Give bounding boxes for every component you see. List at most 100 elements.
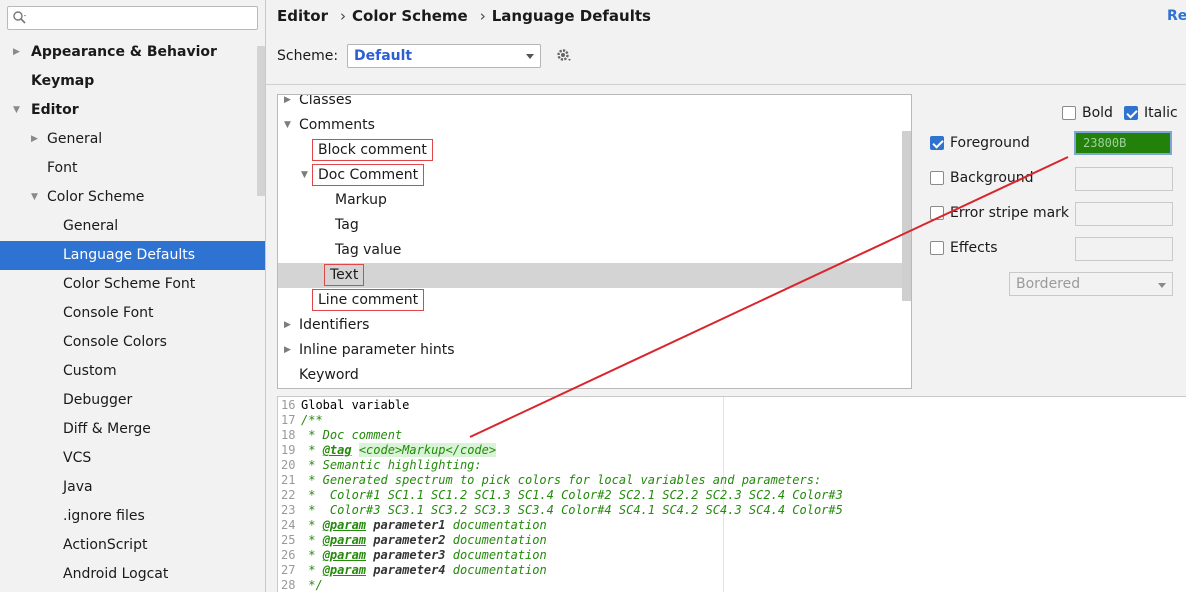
attribute-tree-label: Comments	[299, 113, 375, 138]
sidebar-item-label: Android Logcat	[63, 566, 169, 582]
sidebar-item-label: Diff & Merge	[63, 421, 151, 437]
code-line: 16 Global variable	[278, 398, 409, 413]
attribute-tree-item[interactable]: ▶ Classes	[278, 95, 903, 113]
sidebar-item[interactable]: ▶ Appearance & Behavior	[0, 38, 265, 67]
scheme-value: Default	[354, 48, 413, 64]
attribute-tree-item[interactable]: Markup	[278, 188, 903, 213]
attribute-tree-item[interactable]: Text	[278, 263, 903, 288]
code-text: * Semantic highlighting:	[301, 458, 482, 472]
bold-label: Bold	[1082, 105, 1113, 121]
chevron-right-icon[interactable]: ▶	[31, 125, 43, 154]
chevron-right-icon[interactable]: ▶	[284, 313, 291, 338]
code-preview[interactable]: 16 Global variable 17/** 18 * Doc comment 19…	[277, 396, 1186, 592]
attribute-tree-item[interactable]: Keyword	[278, 363, 903, 388]
attribute-tree-item[interactable]: Tag value	[278, 238, 903, 263]
sidebar-item-label: ActionScript	[63, 537, 148, 553]
effect-type-dropdown[interactable]: Bordered	[1009, 272, 1173, 296]
bold-checkbox[interactable]	[1062, 106, 1076, 120]
attribute-tree-label: Inline parameter hints	[299, 338, 455, 363]
sidebar-item[interactable]: Java	[0, 473, 265, 502]
foreground-color-swatch[interactable]: 23800B	[1074, 131, 1172, 155]
attribute-tree-item[interactable]: Block comment	[278, 138, 903, 163]
chevron-right-icon[interactable]: ▶	[284, 95, 291, 113]
code-prefix: *	[301, 548, 323, 562]
gear-icon[interactable]	[556, 48, 572, 64]
sidebar-item[interactable]: Language Defaults	[0, 241, 265, 270]
attribute-tree-item[interactable]: Tag	[278, 213, 903, 238]
sidebar-item[interactable]: Diff & Merge	[0, 415, 265, 444]
code-line: 26 * @param parameter3 documentation	[278, 548, 547, 563]
attribute-tree-item[interactable]: ▶ Inline parameter hints	[278, 338, 903, 363]
effects-checkbox[interactable]	[930, 241, 944, 255]
code-text: /**	[301, 413, 323, 427]
doc-text: documentation	[452, 548, 547, 562]
line-number: 23	[281, 503, 296, 517]
sidebar-item[interactable]: Console Font	[0, 299, 265, 328]
attribute-tree-item[interactable]: ▼ Comments	[278, 113, 903, 138]
chevron-down-icon[interactable]: ▼	[301, 163, 308, 188]
error-stripe-label: Error stripe mark	[950, 205, 1070, 221]
attribute-tree-label: Block comment	[312, 138, 433, 163]
code-prefix: *	[301, 518, 323, 532]
code-line: 28 */	[278, 578, 323, 592]
code-line: 22 * Color#1 SC1.1 SC1.2 SC1.3 SC1.4 Col…	[278, 488, 843, 503]
sidebar-item[interactable]: Keymap	[0, 67, 265, 96]
doc-param-name: parameter2	[373, 533, 446, 547]
sidebar-item-label: General	[47, 131, 103, 147]
sidebar-item[interactable]: ActionScript	[0, 531, 265, 560]
sidebar-item[interactable]: Custom	[0, 357, 265, 386]
sidebar-item[interactable]: ▼ Editor	[0, 96, 265, 125]
sidebar-item[interactable]: ▶ General	[0, 125, 265, 154]
error-stripe-color-swatch[interactable]	[1075, 202, 1173, 226]
reset-link[interactable]: Res	[1167, 8, 1186, 24]
background-checkbox[interactable]	[930, 171, 944, 185]
scheme-dropdown[interactable]: Default	[347, 44, 541, 68]
attribute-tree-label: Tag value	[335, 238, 401, 263]
chevron-right-icon[interactable]: ▶	[13, 38, 25, 67]
code-text: Global variable	[301, 398, 410, 412]
attributes-scrollbar[interactable]	[902, 131, 911, 301]
code-line: 24 * @param parameter1 documentation	[278, 518, 547, 533]
attribute-tree-text: Block comment	[312, 139, 433, 161]
attribute-tree-label: Markup	[335, 188, 387, 213]
chevron-down-icon[interactable]: ▼	[284, 113, 291, 138]
doc-tag: @tag	[322, 443, 352, 457]
sidebar-item[interactable]: Color Scheme Font	[0, 270, 265, 299]
foreground-checkbox[interactable]	[930, 136, 944, 150]
sidebar-item[interactable]: ▼ Color Scheme	[0, 183, 265, 212]
sidebar-item[interactable]: .ignore files	[0, 502, 265, 531]
search-icon	[13, 11, 26, 24]
sidebar-item-label: Console Colors	[63, 334, 167, 350]
sidebar-item[interactable]: General	[0, 212, 265, 241]
doc-param-name: parameter1	[373, 518, 446, 532]
sidebar-item-label: Editor	[31, 102, 79, 118]
attribute-tree-item[interactable]: Line comment	[278, 288, 903, 313]
error-stripe-checkbox[interactable]	[930, 206, 944, 220]
attribute-tree-label: Tag	[335, 213, 359, 238]
code-text: * @param parameter3 documentation	[301, 548, 547, 562]
doc-tag: @param	[322, 518, 367, 532]
line-number: 28	[281, 578, 296, 592]
sidebar-item[interactable]: Debugger	[0, 386, 265, 415]
search-input[interactable]	[7, 6, 258, 30]
sidebar-item[interactable]: Android Logcat	[0, 560, 265, 589]
chevron-down-icon[interactable]: ▼	[31, 183, 43, 212]
attribute-tree-label: Identifiers	[299, 313, 369, 338]
code-text: * Generated spectrum to pick colors for …	[301, 473, 822, 487]
chevron-down-icon[interactable]: ▼	[13, 96, 25, 125]
sidebar-item[interactable]: Console Colors	[0, 328, 265, 357]
italic-checkbox[interactable]	[1124, 106, 1138, 120]
code-line: 17 /**	[278, 413, 323, 428]
effects-color-swatch[interactable]	[1075, 237, 1173, 261]
doc-tag: @param	[322, 533, 367, 547]
attribute-tree-text: Markup	[335, 192, 387, 208]
attribute-tree-item[interactable]: ▼ Doc Comment	[278, 163, 903, 188]
sidebar-item[interactable]: VCS	[0, 444, 265, 473]
doc-text: documentation	[452, 563, 547, 577]
chevron-right-icon[interactable]: ▶	[284, 338, 291, 363]
background-color-swatch[interactable]	[1075, 167, 1173, 191]
sidebar-item[interactable]: Font	[0, 154, 265, 183]
attribute-tree-item[interactable]: ▶ Identifiers	[278, 313, 903, 338]
attribute-tree-text: Comments	[299, 117, 375, 133]
breadcrumb-separator: ›	[479, 7, 486, 25]
